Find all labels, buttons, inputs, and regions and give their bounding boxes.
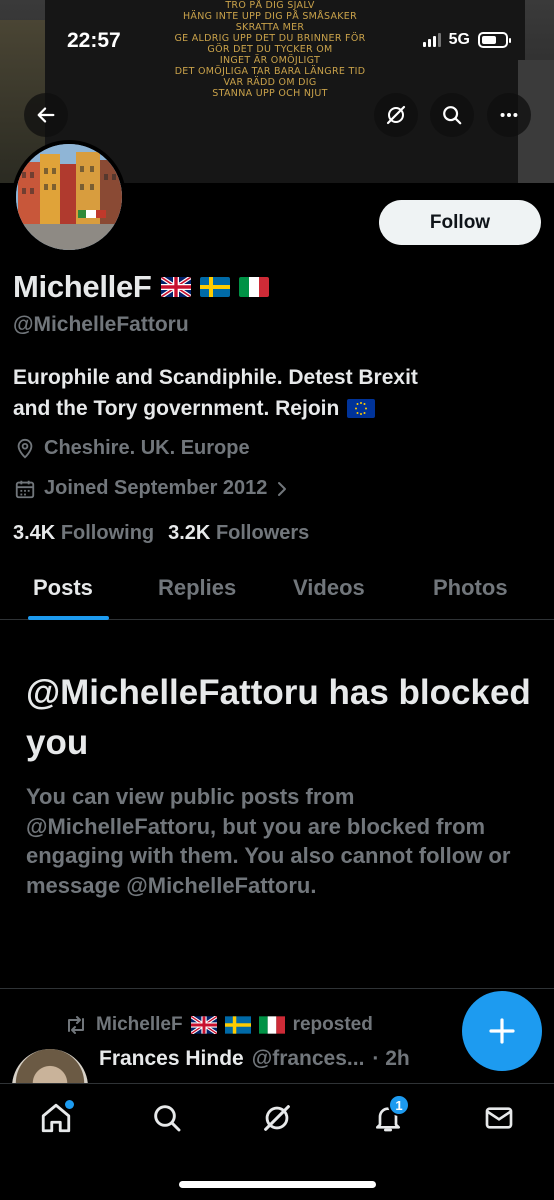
compose-post-button[interactable] <box>462 991 542 1071</box>
display-name: MichelleF <box>13 269 152 304</box>
joined-text: Joined September 2012 <box>44 477 268 499</box>
tab-videos[interactable]: Videos <box>293 575 365 601</box>
banner-poem: TRO PÅ DIG SJÄLV HÄNG INTE UPP DIG PÅ SM… <box>174 0 366 99</box>
italy-flag-icon <box>238 277 269 297</box>
follow-button[interactable]: Follow <box>379 200 541 245</box>
profile-tabs: Posts Replies Videos Photos <box>0 568 554 620</box>
eu-flag-icon <box>347 399 376 418</box>
joined-row[interactable]: Joined September 2012 <box>14 477 289 500</box>
mail-icon <box>485 1107 513 1129</box>
location-text: Cheshire. UK. Europe <box>44 437 250 459</box>
nav-search[interactable] <box>147 1098 187 1138</box>
followers-link[interactable]: 3.2K Followers <box>168 522 309 545</box>
more-button[interactable] <box>487 93 531 137</box>
repost-label: reposted <box>292 1014 373 1035</box>
status-indicators: 5G <box>422 31 511 49</box>
repost-context: MichelleF reposted <box>64 1014 373 1036</box>
nav-home[interactable] <box>36 1098 76 1138</box>
uk-flag-icon <box>160 277 191 297</box>
nav-messages[interactable] <box>479 1098 519 1138</box>
nav-notifications[interactable]: 1 <box>368 1094 410 1138</box>
back-arrow-icon <box>37 107 55 123</box>
home-indicator <box>179 1181 376 1188</box>
plus-icon <box>489 1018 515 1044</box>
status-time: 22:57 <box>67 29 121 52</box>
more-icon <box>500 112 518 118</box>
post-author-handle[interactable]: @frances... <box>252 1047 365 1071</box>
post-time: · 2h <box>372 1047 410 1070</box>
notification-badge: 1 <box>388 1094 410 1116</box>
calendar-icon <box>15 480 35 498</box>
profile-handle: @MichelleFattoru <box>13 313 189 336</box>
search-button[interactable] <box>430 93 474 137</box>
search-icon <box>443 106 462 125</box>
tab-posts[interactable]: Posts <box>33 575 93 601</box>
divider <box>0 988 554 989</box>
grok-icon <box>386 105 406 125</box>
sweden-flag-icon <box>224 1016 251 1034</box>
sweden-flag-icon <box>199 277 230 297</box>
search-icon <box>154 1105 181 1132</box>
chevron-right-icon <box>278 481 287 496</box>
blocked-body: You can view public posts from @Michelle… <box>26 784 511 898</box>
post-author-row: Frances Hinde @frances... · 2h <box>99 1047 410 1071</box>
active-tab-indicator <box>28 616 109 620</box>
location-pin-icon <box>17 438 33 459</box>
repost-name[interactable]: MichelleF <box>96 1014 183 1036</box>
tab-photos[interactable]: Photos <box>433 575 508 601</box>
display-name-row: MichelleF <box>13 269 269 305</box>
tab-replies[interactable]: Replies <box>158 575 236 601</box>
home-unread-dot <box>65 1100 74 1109</box>
network-type: 5G <box>448 31 470 48</box>
avatar[interactable] <box>12 140 126 254</box>
uk-flag-icon <box>190 1016 217 1034</box>
repost-icon <box>68 1016 84 1034</box>
follow-stats: 3.4K Following 3.2K Followers <box>13 522 309 545</box>
grok-button[interactable] <box>374 93 418 137</box>
back-button[interactable] <box>24 93 68 137</box>
post-author-name[interactable]: Frances Hinde <box>99 1047 244 1071</box>
italy-flag-icon <box>258 1016 285 1034</box>
blocked-title: @MichelleFattoru has blocked you <box>26 673 531 762</box>
grok-icon <box>264 1105 290 1131</box>
battery-icon <box>478 32 511 48</box>
signal-icon <box>422 33 441 47</box>
nav-grok[interactable] <box>257 1098 297 1138</box>
following-link[interactable]: 3.4K Following <box>13 522 154 545</box>
location-row: Cheshire. UK. Europe <box>14 437 250 460</box>
avatar-image <box>16 144 122 250</box>
profile-bio: Europhile and Scandiphile. Detest Brexit… <box>13 366 418 420</box>
